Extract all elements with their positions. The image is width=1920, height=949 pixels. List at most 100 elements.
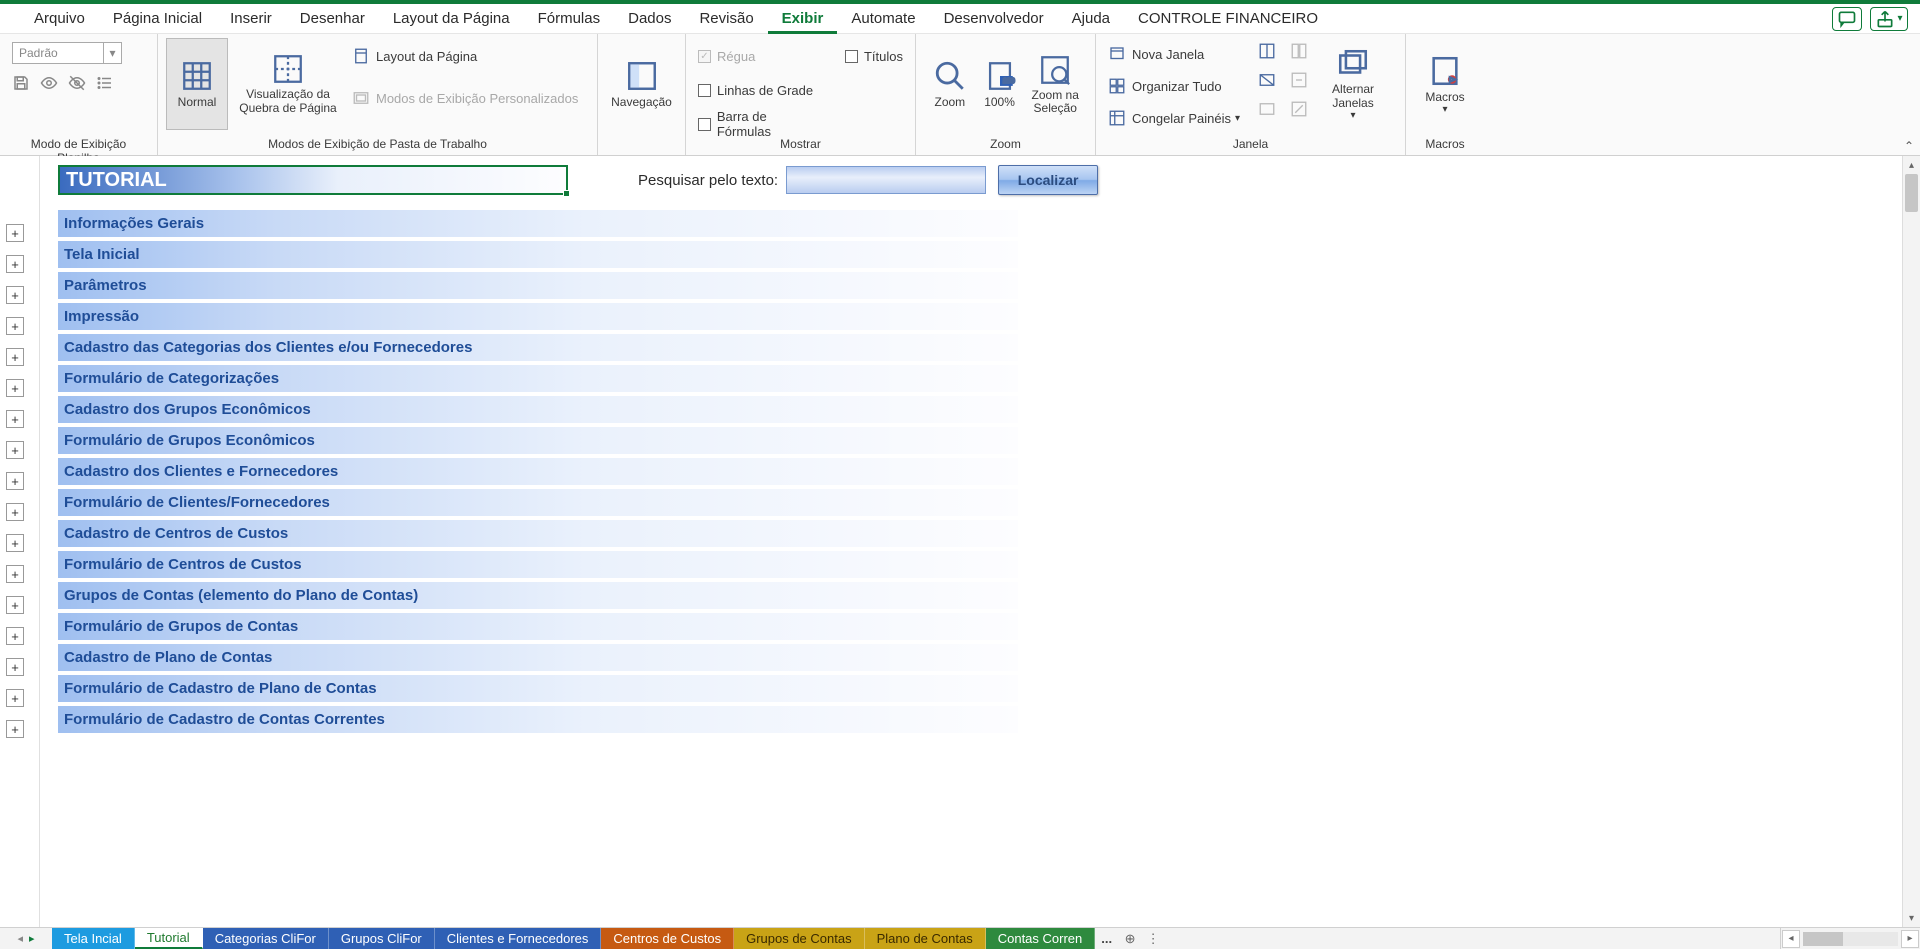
sheet-tab[interactable]: Centros de Custos (601, 928, 734, 949)
section-header[interactable]: Formulário de Grupos Econômicos (58, 427, 1018, 454)
section-header[interactable]: Cadastro de Plano de Contas (58, 644, 1018, 671)
horizontal-scrollbar[interactable]: ◂ ▸ (1780, 928, 1920, 949)
tab-prev-icon[interactable]: ◂ (17, 932, 23, 945)
section-header[interactable]: Cadastro das Categorias dos Clientes e/o… (58, 334, 1018, 361)
outline-expand-button[interactable]: + (6, 286, 24, 304)
title-cell[interactable]: TUTORIAL (58, 165, 568, 195)
section-header[interactable]: Cadastro dos Grupos Econômicos (58, 396, 1018, 423)
ribbon-tab[interactable]: Fórmulas (524, 4, 615, 34)
section-header[interactable]: Cadastro de Centros de Custos (58, 520, 1018, 547)
zoom-selection-button[interactable]: Zoom na Seleção (1023, 38, 1087, 130)
ribbon-tab[interactable]: Inserir (216, 4, 286, 34)
view-normal-button[interactable]: Normal (166, 38, 228, 130)
localizar-button[interactable]: Localizar (998, 165, 1098, 195)
section-header[interactable]: Tela Inicial (58, 241, 1018, 268)
new-sheet-button[interactable]: ⊕ (1118, 928, 1142, 949)
section-header[interactable]: Grupos de Contas (elemento do Plano de C… (58, 582, 1018, 609)
outline-expand-button[interactable]: + (6, 503, 24, 521)
outline-expand-button[interactable]: + (6, 627, 24, 645)
section-header[interactable]: Formulário de Categorizações (58, 365, 1018, 392)
sheet-tab[interactable]: Clientes e Fornecedores (435, 928, 602, 949)
section-header[interactable]: Formulário de Centros de Custos (58, 551, 1018, 578)
ribbon-tab[interactable]: Automate (837, 4, 929, 34)
ribbon-tab[interactable]: Desenvolvedor (930, 4, 1058, 34)
section-header[interactable]: Formulário de Grupos de Contas (58, 613, 1018, 640)
hide-icon[interactable] (1258, 71, 1276, 92)
ribbon-tab[interactable]: Ajuda (1058, 4, 1124, 34)
ribbon-tab[interactable]: Desenhar (286, 4, 379, 34)
outline-expand-button[interactable]: + (6, 410, 24, 428)
ribbon-tab[interactable]: Exibir (768, 4, 838, 34)
outline-expand-button[interactable]: + (6, 534, 24, 552)
zoom-100-button[interactable]: 100 100% (976, 38, 1024, 130)
section-header[interactable]: Cadastro dos Clientes e Fornecedores (58, 458, 1018, 485)
share-button[interactable]: ▾ (1870, 7, 1908, 31)
sheet-tab[interactable]: Contas Corren (986, 928, 1096, 949)
outline-expand-button[interactable]: + (6, 348, 24, 366)
ribbon-tab[interactable]: CONTROLE FINANCEIRO (1124, 4, 1332, 34)
navigation-button[interactable]: Navegação (605, 38, 678, 130)
view-page-break-button[interactable]: Visualização da Quebra de Página (228, 38, 348, 130)
ribbon-collapse-button[interactable]: ⌃ (1904, 139, 1914, 153)
sheet-tab[interactable]: Tela Incial (52, 928, 135, 949)
ribbon-tab[interactable]: Arquivo (20, 4, 99, 34)
sheet-tab[interactable]: Plano de Contas (865, 928, 986, 949)
hscroll-thumb[interactable] (1803, 932, 1843, 946)
scroll-left-button[interactable]: ◂ (1782, 930, 1800, 948)
selection-handle[interactable] (563, 190, 570, 197)
tab-nav[interactable]: ◂ ▸ (0, 928, 52, 949)
outline-expand-button[interactable]: + (6, 596, 24, 614)
outline-expand-button[interactable]: + (6, 565, 24, 583)
tabs-overflow[interactable]: ... (1095, 928, 1118, 949)
list-icon[interactable] (96, 74, 114, 97)
switch-windows-button[interactable]: Alternar Janelas ▾ (1318, 38, 1388, 130)
section-header[interactable]: Formulário de Clientes/Fornecedores (58, 489, 1018, 516)
sheet-view-select[interactable]: Padrão ▾ (12, 42, 122, 64)
outline-expand-button[interactable]: + (6, 255, 24, 273)
outline-expand-button[interactable]: + (6, 689, 24, 707)
outline-expand-button[interactable]: + (6, 441, 24, 459)
save-icon[interactable] (12, 74, 30, 97)
headings-checkbox[interactable]: Títulos (845, 44, 903, 68)
outline-expand-button[interactable]: + (6, 658, 24, 676)
view-page-layout-button[interactable]: Layout da Página (352, 44, 578, 68)
section-header[interactable]: Formulário de Cadastro de Contas Corrent… (58, 706, 1018, 733)
search-input[interactable] (786, 166, 986, 194)
section-header[interactable]: Impressão (58, 303, 1018, 330)
sheet-tab[interactable]: Grupos CliFor (329, 928, 435, 949)
outline-expand-button[interactable]: + (6, 472, 24, 490)
section-header[interactable]: Parâmetros (58, 272, 1018, 299)
scroll-down-button[interactable]: ▾ (1903, 909, 1920, 927)
split-icon[interactable] (1258, 42, 1276, 63)
sheet-tab[interactable]: Categorias CliFor (203, 928, 329, 949)
scroll-up-button[interactable]: ▴ (1903, 156, 1920, 174)
ribbon-tab[interactable]: Dados (614, 4, 685, 34)
section-header[interactable]: Formulário de Cadastro de Plano de Conta… (58, 675, 1018, 702)
sheet-tab[interactable]: Tutorial (135, 928, 203, 949)
ribbon-tab[interactable]: Layout da Página (379, 4, 524, 34)
freeze-panes-button[interactable]: Congelar Painéis ▾ (1108, 106, 1240, 130)
tab-menu-button[interactable]: ⋮ (1142, 928, 1164, 949)
outline-expand-button[interactable]: + (6, 224, 24, 242)
sheet-tab[interactable]: Grupos de Contas (734, 928, 865, 949)
section-header[interactable]: Informações Gerais (58, 210, 1018, 237)
eye-icon[interactable] (40, 74, 58, 97)
arrange-all-button[interactable]: Organizar Tudo (1108, 74, 1240, 98)
outline-expand-button[interactable]: + (6, 317, 24, 335)
ribbon-tab[interactable]: Revisão (685, 4, 767, 34)
macros-button[interactable]: Macros ▾ (1414, 38, 1476, 130)
zoom-button[interactable]: Zoom (924, 38, 976, 130)
gridlines-checkbox[interactable]: Linhas de Grade (698, 78, 823, 102)
outline-expand-button[interactable]: + (6, 720, 24, 738)
formula-bar-checkbox[interactable]: Barra de Fórmulas (698, 112, 823, 136)
ribbon-tab[interactable]: Página Inicial (99, 4, 216, 34)
vertical-scrollbar[interactable]: ▴ ▾ (1902, 156, 1920, 927)
eye-off-icon[interactable] (68, 74, 86, 97)
scroll-right-button[interactable]: ▸ (1901, 930, 1919, 948)
new-window-button[interactable]: Nova Janela (1108, 42, 1240, 66)
comments-button[interactable] (1832, 7, 1862, 31)
scroll-thumb[interactable] (1905, 174, 1918, 212)
tab-next-icon[interactable]: ▸ (29, 932, 35, 945)
outline-expand-button[interactable]: + (6, 379, 24, 397)
cell-grid[interactable]: TUTORIAL Pesquisar pelo texto: Localizar… (40, 156, 1920, 927)
